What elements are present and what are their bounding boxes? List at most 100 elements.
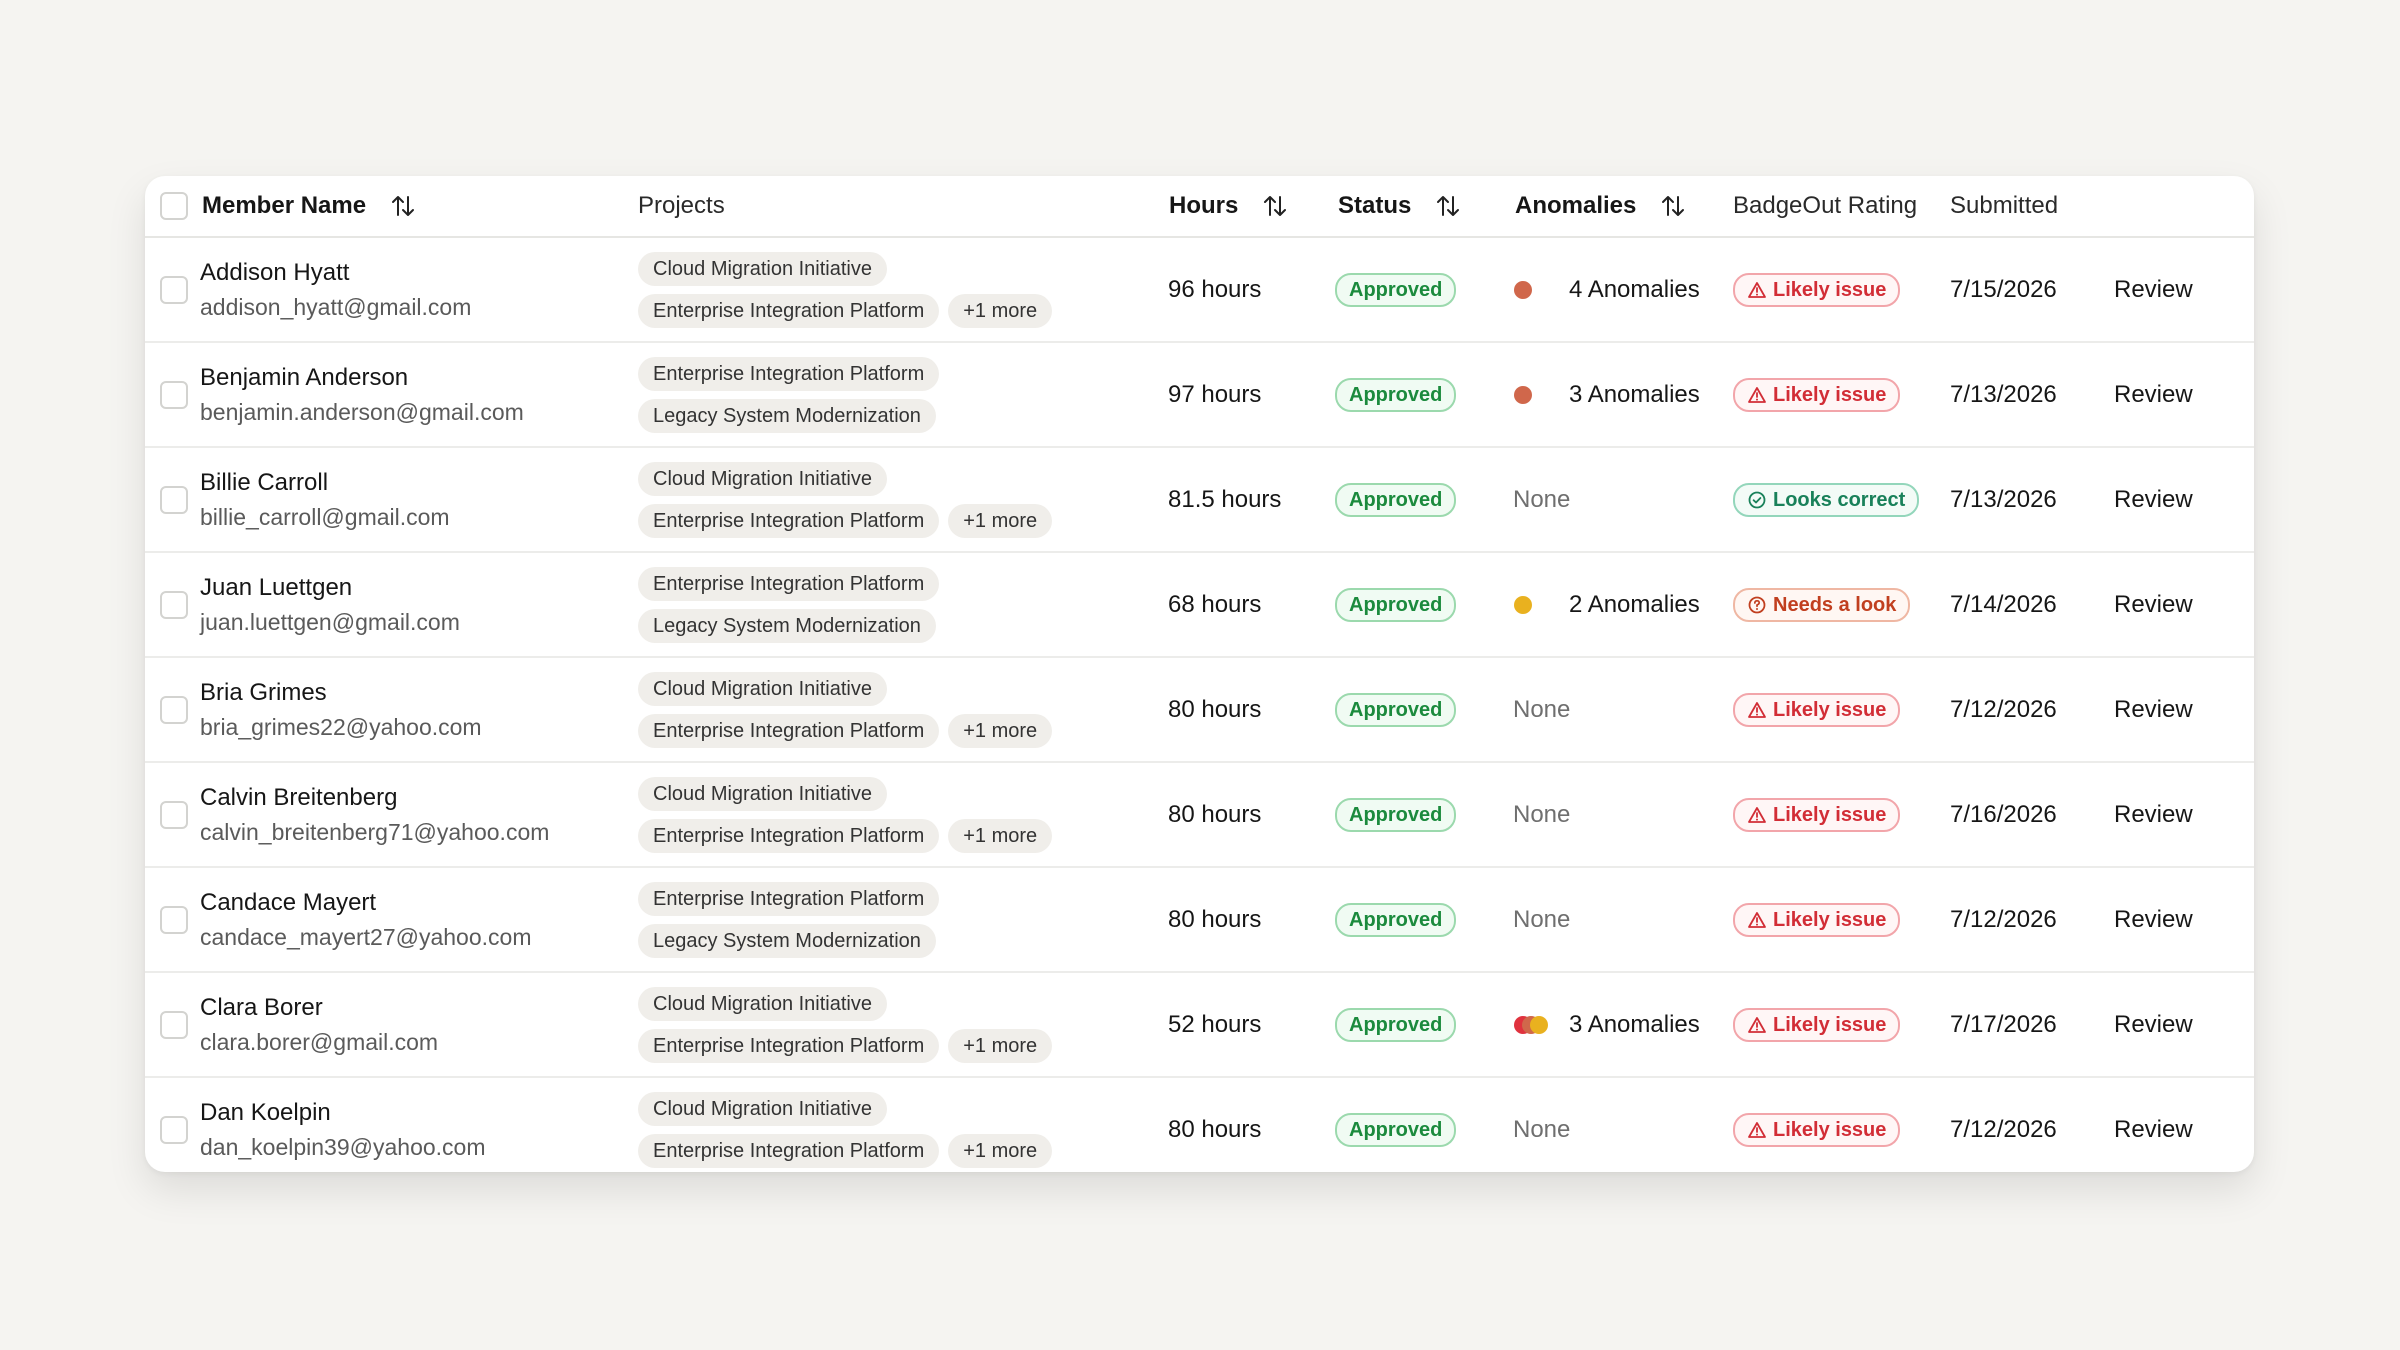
anomalies-value: None	[1513, 485, 1571, 513]
select-all-checkbox[interactable]	[160, 192, 188, 220]
anomalies-cell[interactable]: None	[1513, 868, 1703, 971]
anomalies-cell[interactable]: 4 Anomalies	[1513, 238, 1703, 341]
row-checkbox[interactable]	[160, 800, 188, 829]
rating-label: Likely issue	[1773, 803, 1887, 826]
rating-cell: Likely issue	[1733, 343, 1901, 446]
row-checkbox[interactable]	[160, 695, 188, 724]
rating-label: Likely issue	[1773, 1013, 1887, 1036]
hours-cell: 80 hours	[1168, 1078, 1261, 1172]
member-cell: Dan Koelpin dan_koelpin39@yahoo.com	[200, 1078, 486, 1172]
anomalies-cell[interactable]: None	[1513, 763, 1703, 866]
member-name: Addison Hyatt	[200, 258, 350, 286]
col-projects-label: Projects	[638, 192, 725, 219]
review-link[interactable]: Review	[2114, 486, 2193, 514]
col-anomalies[interactable]: Anomalies	[1515, 176, 1686, 236]
submitted-cell: 7/12/2026	[1950, 1078, 2057, 1172]
anomalies-value: 2 Anomalies	[1569, 590, 1700, 618]
status-cell: Approved	[1335, 553, 1457, 656]
review-link[interactable]: Review	[2114, 1116, 2193, 1144]
warning-triangle-icon	[1747, 280, 1767, 300]
review-link[interactable]: Review	[2114, 801, 2193, 829]
more-projects-chip[interactable]: +1 more	[948, 293, 1053, 328]
member-cell: Juan Luettgen juan.luettgen@gmail.com	[200, 553, 460, 656]
review-cell: Review	[2114, 553, 2193, 656]
status-cell: Approved	[1335, 448, 1457, 551]
row-checkbox[interactable]	[160, 275, 188, 304]
submitted-cell: 7/15/2026	[1950, 238, 2057, 341]
warning-triangle-icon	[1747, 805, 1767, 825]
status-badge: Approved	[1335, 272, 1457, 307]
anomalies-cell[interactable]: None	[1513, 1078, 1703, 1172]
col-status[interactable]: Status	[1338, 176, 1461, 236]
projects-cell: Enterprise Integration Platform Legacy S…	[638, 868, 940, 971]
review-link[interactable]: Review	[2114, 381, 2193, 409]
rating-label: Looks correct	[1773, 488, 1906, 511]
col-anomalies-label: Anomalies	[1515, 192, 1637, 219]
hours-value: 52 hours	[1168, 1010, 1262, 1038]
hours-value: 97 hours	[1168, 380, 1262, 408]
col-projects: Projects	[638, 176, 725, 236]
member-name: Clara Borer	[200, 993, 323, 1021]
col-member-name[interactable]: Member Name	[202, 176, 416, 236]
row-checkbox[interactable]	[160, 590, 188, 619]
warning-triangle-icon	[1747, 910, 1767, 930]
sort-icon[interactable]	[390, 193, 416, 219]
review-link[interactable]: Review	[2114, 1011, 2193, 1039]
anomalies-cell[interactable]: 2 Anomalies	[1513, 553, 1703, 656]
project-chip: Cloud Migration Initiative	[638, 986, 887, 1021]
projects-cell: Enterprise Integration Platform Legacy S…	[638, 343, 940, 446]
anomalies-cell[interactable]: None	[1513, 658, 1703, 761]
sort-icon[interactable]	[1660, 193, 1686, 219]
review-link[interactable]: Review	[2114, 276, 2193, 304]
anomalies-value: None	[1513, 905, 1571, 933]
row-checkbox[interactable]	[160, 905, 188, 934]
sort-icon[interactable]	[1435, 193, 1461, 219]
hours-cell: 68 hours	[1168, 553, 1261, 656]
more-projects-chip[interactable]: +1 more	[948, 713, 1053, 748]
anomalies-cell[interactable]: 3 Anomalies	[1513, 973, 1703, 1076]
status-badge: Approved	[1335, 482, 1457, 517]
review-cell: Review	[2114, 658, 2193, 761]
submitted-date: 7/17/2026	[1950, 1010, 2057, 1038]
rating-cell: Likely issue	[1733, 658, 1901, 761]
projects-cell: Enterprise Integration Platform Legacy S…	[638, 553, 940, 656]
status-cell: Approved	[1335, 763, 1457, 866]
row-checkbox[interactable]	[160, 1010, 188, 1039]
more-projects-chip[interactable]: +1 more	[948, 503, 1053, 538]
status-badge: Approved	[1335, 797, 1457, 832]
submitted-date: 7/15/2026	[1950, 275, 2057, 303]
row-checkbox[interactable]	[160, 380, 188, 409]
rating-label: Likely issue	[1773, 908, 1887, 931]
col-hours[interactable]: Hours	[1169, 176, 1288, 236]
anomaly-dot-icon	[1514, 595, 1532, 614]
status-badge: Approved	[1335, 377, 1457, 412]
review-link[interactable]: Review	[2114, 591, 2193, 619]
anomalies-cell[interactable]: 3 Anomalies	[1513, 343, 1703, 446]
more-projects-chip[interactable]: +1 more	[948, 1133, 1053, 1168]
project-chip: Enterprise Integration Platform	[638, 713, 940, 748]
rating-label: Likely issue	[1773, 698, 1887, 721]
submitted-date: 7/16/2026	[1950, 800, 2057, 828]
more-projects-chip[interactable]: +1 more	[948, 818, 1053, 853]
anomalies-cell[interactable]: None	[1513, 448, 1703, 551]
project-chip: Cloud Migration Initiative	[638, 671, 887, 706]
anomaly-dot-icon	[1514, 385, 1532, 404]
warning-triangle-icon	[1747, 700, 1767, 720]
rating-badge: Likely issue	[1733, 692, 1901, 727]
submitted-cell: 7/12/2026	[1950, 868, 2057, 971]
sort-icon[interactable]	[1262, 193, 1288, 219]
table-row: Bria Grimes bria_grimes22@yahoo.com Clou…	[145, 658, 2254, 763]
member-email: dan_koelpin39@yahoo.com	[200, 1133, 486, 1160]
hours-value: 81.5 hours	[1168, 485, 1282, 513]
table-row: Addison Hyatt addison_hyatt@gmail.com Cl…	[145, 238, 2254, 343]
row-checkbox[interactable]	[160, 1115, 188, 1144]
member-name: Dan Koelpin	[200, 1098, 331, 1126]
review-link[interactable]: Review	[2114, 906, 2193, 934]
hours-value: 68 hours	[1168, 590, 1262, 618]
status-cell: Approved	[1335, 868, 1457, 971]
more-projects-chip[interactable]: +1 more	[948, 1028, 1053, 1063]
review-link[interactable]: Review	[2114, 696, 2193, 724]
row-checkbox[interactable]	[160, 485, 188, 514]
rating-cell: Needs a look	[1733, 553, 1911, 656]
project-chip: Enterprise Integration Platform	[638, 356, 940, 391]
